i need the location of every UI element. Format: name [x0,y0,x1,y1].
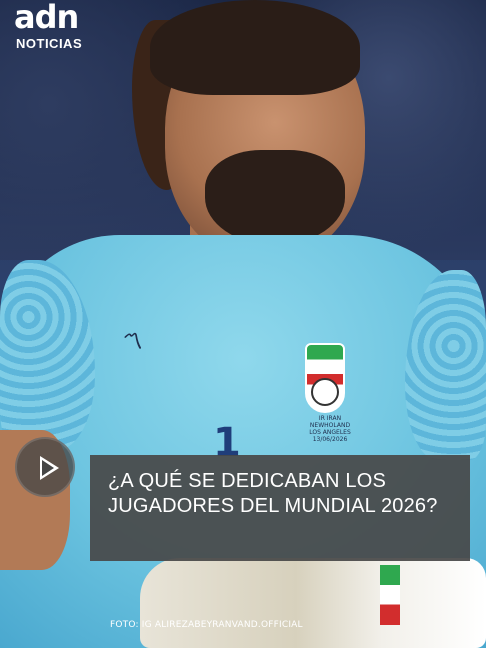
glove-flag-band [380,565,400,625]
play-button[interactable] [15,437,75,497]
crest-text: IR IRAN NEWHOLAND LOS ANGELES 13/06/2026 [309,415,351,443]
headline-card: ¿A QUÉ SE DEDICABAN LOS JUGADORES DEL MU… [90,455,470,561]
player-hair [150,0,360,95]
play-icon-hollow [42,460,54,476]
player-beard [205,150,345,245]
photo-credit: FOTO: IG ALIREZABEYRANVAND.OFFICIAL [110,620,303,630]
kit-brand-mark: 〽 [120,330,143,355]
crest-football-icon [311,378,339,406]
video-headline: ¿A QUÉ SE DEDICABAN LOS JUGADORES DEL MU… [108,470,438,517]
goalkeeper-glove [140,558,486,648]
logo-subtitle: NOTICIAS [16,36,83,51]
logo-mark: adn [14,0,79,36]
jersey-number: 1 [213,420,241,466]
adn-noticias-logo[interactable]: adn NOTICIAS [14,0,94,52]
